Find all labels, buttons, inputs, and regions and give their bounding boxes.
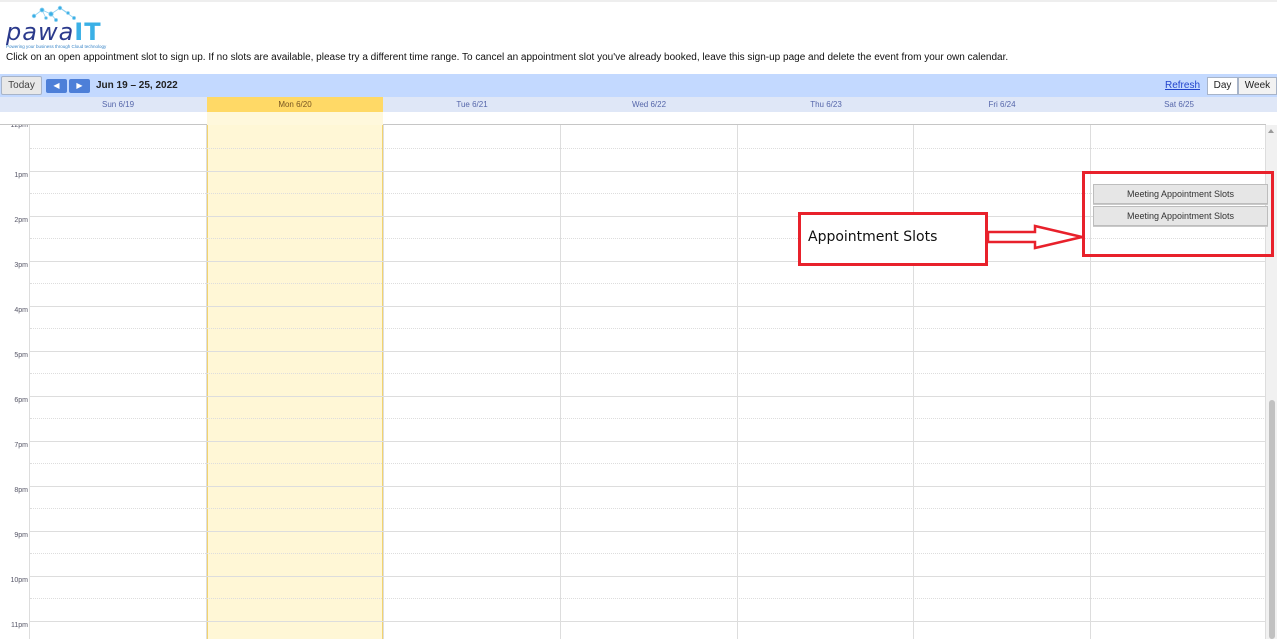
time-label: 10pm xyxy=(10,577,28,584)
arrow-right-icon xyxy=(987,224,1083,250)
half-hour-line xyxy=(30,193,1266,194)
half-hour-line xyxy=(30,508,1266,509)
half-hour-line xyxy=(30,283,1266,284)
scroll-thumb[interactable] xyxy=(1269,400,1275,639)
hour-line xyxy=(30,396,1266,397)
hour-line xyxy=(30,261,1266,262)
time-label: 7pm xyxy=(14,442,28,449)
day-header-6[interactable]: Sat 6/25 xyxy=(1091,97,1267,112)
day-header-0[interactable]: Sun 6/19 xyxy=(30,97,206,112)
annotation-highlight-box xyxy=(1082,171,1274,257)
time-label: 1pm xyxy=(14,172,28,179)
time-label: 9pm xyxy=(14,532,28,539)
column-divider xyxy=(913,125,914,639)
view-day-button[interactable]: Day xyxy=(1207,77,1238,95)
day-header-5[interactable]: Fri 6/24 xyxy=(914,97,1090,112)
today-button[interactable]: Today xyxy=(1,76,42,95)
half-hour-line xyxy=(30,373,1266,374)
hour-line xyxy=(30,621,1266,622)
day-header-2[interactable]: Tue 6/21 xyxy=(384,97,560,112)
half-hour-line xyxy=(30,148,1266,149)
chevron-left-icon[interactable]: ◀ xyxy=(46,79,67,93)
hour-line xyxy=(30,486,1266,487)
hour-line xyxy=(30,351,1266,352)
time-label: 3pm xyxy=(14,262,28,269)
instruction-text: Click on an open appointment slot to sig… xyxy=(6,52,1009,63)
all-day-row[interactable] xyxy=(0,112,1266,125)
half-hour-line xyxy=(30,418,1266,419)
top-border xyxy=(0,0,1277,2)
hour-line xyxy=(30,531,1266,532)
hour-line xyxy=(30,576,1266,577)
time-label: 12pm xyxy=(10,125,28,129)
day-header-row: Sun 6/19 Mon 6/20 Tue 6/21 Wed 6/22 Thu 6/23… xyxy=(0,97,1277,112)
calendar-toolbar: Today ◀ ▶ Jun 19 – 25, 2022 Refresh Day … xyxy=(0,74,1277,97)
date-range-label: Jun 19 – 25, 2022 xyxy=(96,80,178,91)
hour-line xyxy=(30,306,1266,307)
hour-line xyxy=(30,171,1266,172)
time-label: 2pm xyxy=(14,217,28,224)
day-header-1[interactable]: Mon 6/20 xyxy=(207,97,383,112)
half-hour-line xyxy=(30,463,1266,464)
column-divider xyxy=(206,125,207,639)
time-label: 4pm xyxy=(14,307,28,314)
annotation-label: Appointment Slots xyxy=(808,229,938,245)
time-label: 5pm xyxy=(14,352,28,359)
logo-tagline: Powering your business through Cloud tec… xyxy=(6,44,107,49)
logo-accent: IT xyxy=(74,18,102,46)
view-week-button[interactable]: Week xyxy=(1238,77,1277,95)
time-gutter xyxy=(0,125,30,639)
logo-primary: pawa xyxy=(6,18,75,46)
all-day-today-cell[interactable] xyxy=(207,112,383,125)
chevron-right-icon[interactable]: ▶ xyxy=(69,79,90,93)
hour-line xyxy=(30,216,1266,217)
column-divider xyxy=(737,125,738,639)
column-divider xyxy=(560,125,561,639)
today-column[interactable] xyxy=(207,125,383,639)
day-header-4[interactable]: Thu 6/23 xyxy=(738,97,914,112)
time-label: 6pm xyxy=(14,397,28,404)
logo-wordmark: pawaIT xyxy=(6,20,102,44)
time-label: 11pm xyxy=(11,622,28,629)
column-divider xyxy=(383,125,384,639)
company-logo: pawaIT Powering your business through Cl… xyxy=(4,4,119,52)
scroll-up-icon[interactable] xyxy=(1268,129,1274,133)
time-label: 8pm xyxy=(14,487,28,494)
column-divider xyxy=(29,125,30,639)
calendar-app: pawaIT Powering your business through Cl… xyxy=(0,0,1277,639)
day-header-3[interactable]: Wed 6/22 xyxy=(561,97,737,112)
refresh-link[interactable]: Refresh xyxy=(1165,80,1200,91)
half-hour-line xyxy=(30,553,1266,554)
half-hour-line xyxy=(30,598,1266,599)
hour-line xyxy=(30,441,1266,442)
half-hour-line xyxy=(30,328,1266,329)
